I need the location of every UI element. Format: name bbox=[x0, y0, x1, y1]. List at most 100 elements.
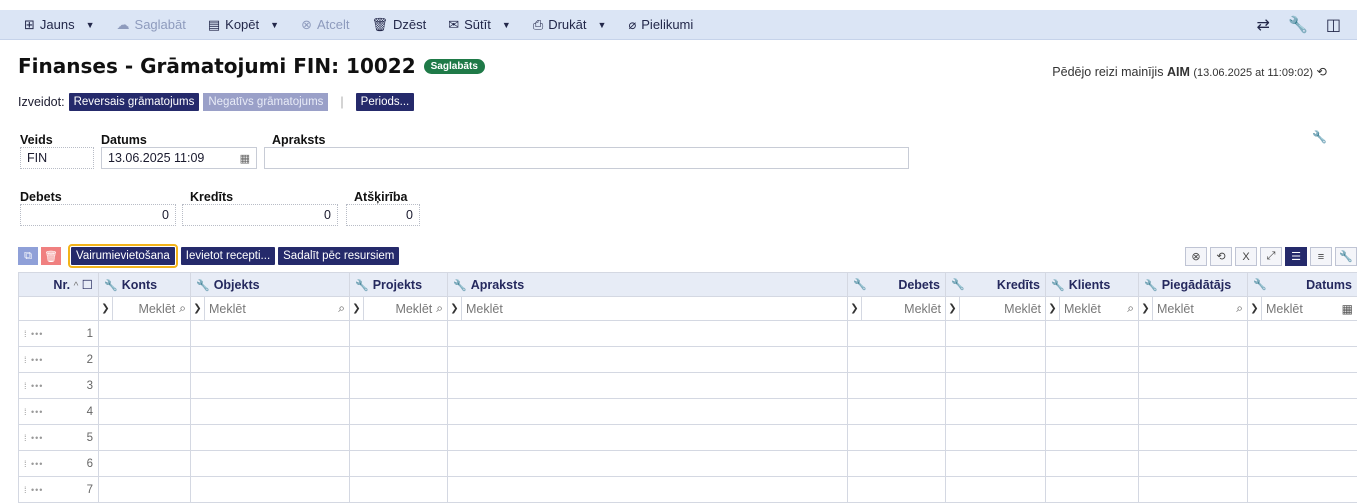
delete-button[interactable]: 🗑 Dzēst bbox=[371, 17, 426, 33]
grid-cell[interactable] bbox=[350, 321, 448, 347]
grid-cell[interactable] bbox=[448, 373, 848, 399]
table-row[interactable]: ⁞ •••1 bbox=[19, 321, 1357, 347]
grid-cell[interactable] bbox=[1248, 425, 1357, 451]
new-button[interactable]: ⊞ Jauns▼ bbox=[24, 17, 95, 33]
account-search[interactable]: ❯Meklēt⌕ bbox=[99, 297, 190, 320]
undo-icon[interactable]: ⟲ bbox=[1210, 247, 1232, 266]
grid-cell[interactable] bbox=[99, 347, 191, 373]
grid-cell[interactable] bbox=[191, 347, 350, 373]
grid-cell[interactable] bbox=[350, 399, 448, 425]
chevron-right-icon[interactable]: ❯ bbox=[1139, 297, 1153, 320]
grid-cell[interactable] bbox=[848, 373, 946, 399]
grid-cell[interactable] bbox=[1248, 373, 1357, 399]
col-project[interactable]: 🔧Projekts bbox=[350, 273, 448, 297]
calendar-icon[interactable]: ▦ bbox=[240, 152, 250, 165]
grid-cell[interactable] bbox=[848, 347, 946, 373]
table-row[interactable]: ⁞ •••7 bbox=[19, 477, 1357, 503]
grid-cell[interactable] bbox=[848, 399, 946, 425]
description-search[interactable]: ❯Meklēt bbox=[448, 297, 847, 320]
col-object[interactable]: 🔧Objekts bbox=[191, 273, 350, 297]
grid-cell[interactable] bbox=[99, 425, 191, 451]
chevron-right-icon[interactable]: ❯ bbox=[1248, 297, 1262, 320]
drag-handle-icon[interactable]: ⁞ ••• bbox=[24, 381, 43, 391]
save-button[interactable]: ☁ Saglabāt bbox=[117, 17, 186, 33]
col-date[interactable]: 🔧Datums bbox=[1248, 273, 1357, 297]
drag-handle-icon[interactable]: ⁞ ••• bbox=[24, 459, 43, 469]
grid-cell[interactable] bbox=[946, 321, 1046, 347]
grid-cell[interactable] bbox=[1139, 399, 1248, 425]
credit-search[interactable]: ❯Meklēt bbox=[946, 297, 1045, 320]
grid-cell[interactable] bbox=[1046, 321, 1139, 347]
grid-cell[interactable] bbox=[191, 399, 350, 425]
date-field[interactable]: 13.06.2025 11:09 ▦ bbox=[101, 147, 257, 169]
table-row[interactable]: ⁞ •••3 bbox=[19, 373, 1357, 399]
grid-cell[interactable] bbox=[848, 321, 946, 347]
grid-cell[interactable] bbox=[1046, 451, 1139, 477]
project-search[interactable]: ❯Meklēt⌕ bbox=[350, 297, 447, 320]
grid-cell[interactable] bbox=[448, 321, 848, 347]
col-nr[interactable]: Nr. ^ ☐ bbox=[19, 273, 99, 297]
list-view-icon[interactable]: ☰ bbox=[1285, 247, 1307, 266]
copy-button[interactable]: ▤ Kopēt▼ bbox=[208, 17, 279, 33]
date-search[interactable]: ❯Meklēt▦ bbox=[1248, 297, 1357, 320]
trash-icon[interactable]: 🗑 bbox=[41, 247, 61, 265]
grid-cell[interactable] bbox=[448, 425, 848, 451]
grid-cell[interactable] bbox=[946, 347, 1046, 373]
grid-cell[interactable] bbox=[99, 451, 191, 477]
table-row[interactable]: ⁞ •••6 bbox=[19, 451, 1357, 477]
grid-cell[interactable] bbox=[99, 477, 191, 503]
drag-handle-icon[interactable]: ⁞ ••• bbox=[24, 485, 43, 495]
grid-cell[interactable] bbox=[1046, 399, 1139, 425]
grid-cell[interactable] bbox=[1248, 451, 1357, 477]
chevron-right-icon[interactable]: ❯ bbox=[191, 297, 205, 320]
drag-handle-icon[interactable]: ⁞ ••• bbox=[24, 329, 43, 339]
grid-cell[interactable] bbox=[350, 347, 448, 373]
grid-cell[interactable] bbox=[1139, 425, 1248, 451]
copy-rows-icon[interactable]: ⧉ bbox=[18, 247, 38, 265]
chevron-right-icon[interactable]: ❯ bbox=[350, 297, 364, 320]
grid-cell[interactable] bbox=[99, 321, 191, 347]
grid-cell[interactable] bbox=[946, 425, 1046, 451]
periods-button[interactable]: Periods... bbox=[356, 93, 415, 111]
table-row[interactable]: ⁞ •••2 bbox=[19, 347, 1357, 373]
client-search[interactable]: ❯Meklēt⌕ bbox=[1046, 297, 1138, 320]
grid-cell[interactable] bbox=[448, 347, 848, 373]
col-credit[interactable]: 🔧Kredīts bbox=[946, 273, 1046, 297]
col-debit[interactable]: 🔧Debets bbox=[848, 273, 946, 297]
grid-cell[interactable] bbox=[946, 399, 1046, 425]
drag-handle-icon[interactable]: ⁞ ••• bbox=[24, 407, 43, 417]
grid-cell[interactable] bbox=[191, 373, 350, 399]
grid-cell[interactable] bbox=[1248, 477, 1357, 503]
debit-search[interactable]: ❯Meklēt bbox=[848, 297, 945, 320]
grid-cell[interactable] bbox=[99, 399, 191, 425]
compact-view-icon[interactable]: ≡ bbox=[1310, 247, 1332, 266]
grid-cell[interactable] bbox=[1248, 321, 1357, 347]
grid-cell[interactable] bbox=[448, 451, 848, 477]
grid-cell[interactable] bbox=[350, 477, 448, 503]
grid-cell[interactable] bbox=[191, 425, 350, 451]
insert-recipe-button[interactable]: Ievietot recepti... bbox=[181, 247, 275, 265]
grid-cell[interactable] bbox=[1139, 451, 1248, 477]
table-row[interactable]: ⁞ •••4 bbox=[19, 399, 1357, 425]
expand-icon[interactable]: ⤢ bbox=[1260, 247, 1282, 266]
grid-cell[interactable] bbox=[1046, 425, 1139, 451]
chevron-right-icon[interactable]: ❯ bbox=[1046, 297, 1060, 320]
grid-cell[interactable] bbox=[1139, 477, 1248, 503]
wrench-icon[interactable]: 🔧 bbox=[1335, 247, 1357, 266]
grid-cell[interactable] bbox=[350, 425, 448, 451]
supplier-search[interactable]: ❯Meklēt⌕ bbox=[1139, 297, 1247, 320]
grid-cell[interactable] bbox=[191, 477, 350, 503]
grid-cell[interactable] bbox=[1248, 347, 1357, 373]
grid-cell[interactable] bbox=[1046, 347, 1139, 373]
col-client[interactable]: 🔧Klients bbox=[1046, 273, 1139, 297]
wrench-icon[interactable]: 🔧 bbox=[1312, 130, 1327, 144]
chevron-right-icon[interactable]: ❯ bbox=[99, 297, 113, 320]
drag-handle-icon[interactable]: ⁞ ••• bbox=[24, 433, 43, 443]
attachments-button[interactable]: ⌀ Pielikumi bbox=[628, 17, 693, 33]
chevron-right-icon[interactable]: ❯ bbox=[946, 297, 960, 320]
swap-icon[interactable]: ⇄ bbox=[1257, 15, 1270, 35]
grid-cell[interactable] bbox=[946, 451, 1046, 477]
object-search[interactable]: ❯Meklēt⌕ bbox=[191, 297, 349, 320]
grid-cell[interactable] bbox=[1139, 321, 1248, 347]
history-icon[interactable]: ⟲ bbox=[1317, 65, 1327, 79]
